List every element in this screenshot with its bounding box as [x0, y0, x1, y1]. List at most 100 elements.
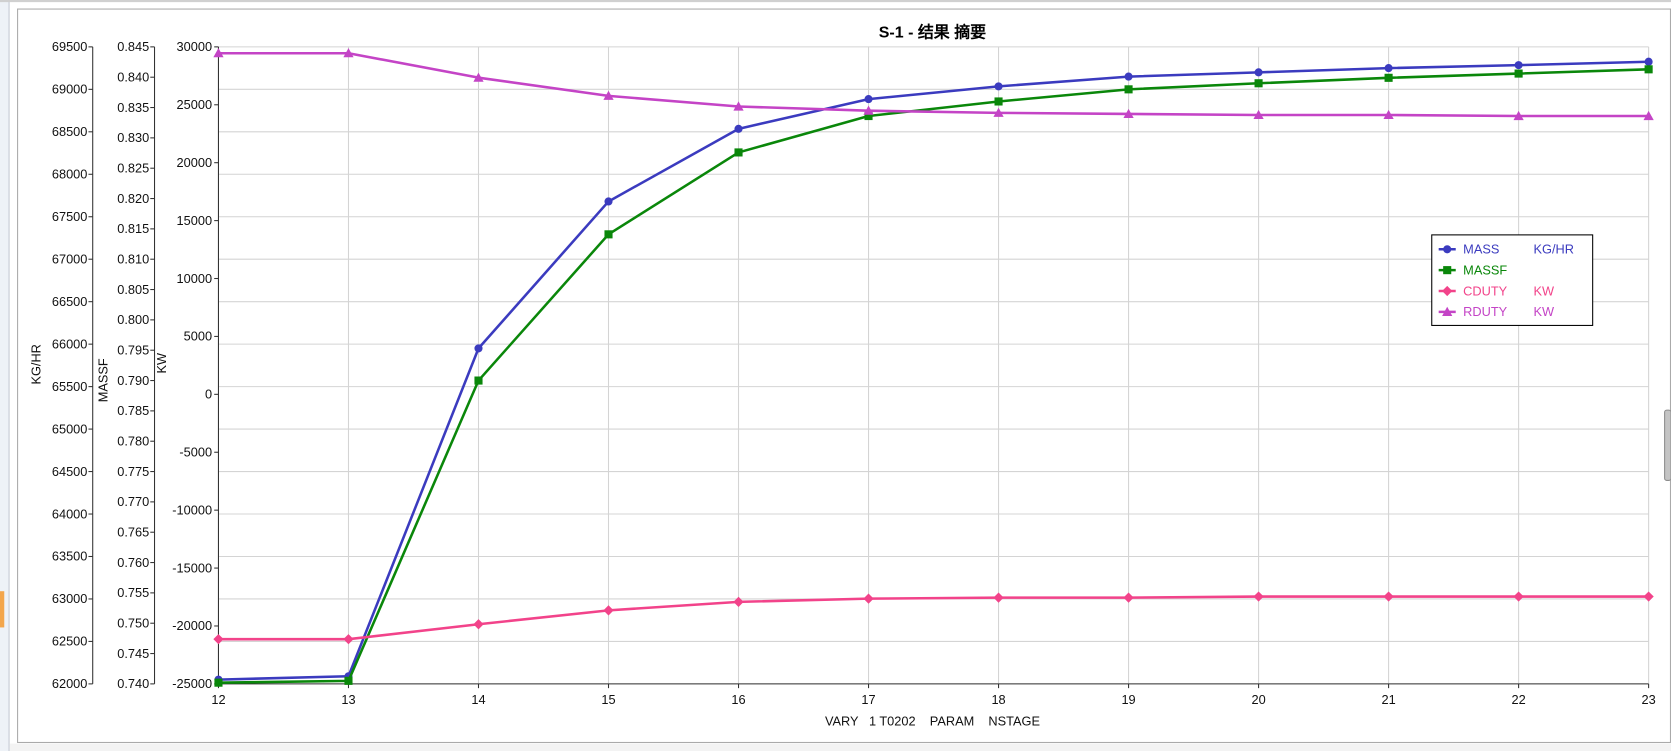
- y-tick-label-massf: 0.800: [117, 312, 149, 327]
- top-edge: [0, 0, 1671, 3]
- x-tick-label: 12: [211, 692, 225, 707]
- x-tick-label: 15: [601, 692, 615, 707]
- y-tick-label-massf: 0.790: [117, 373, 149, 388]
- y-tick-label-kw: 10000: [177, 271, 213, 286]
- y-tick-label-kg-hr: 68500: [52, 124, 88, 139]
- y-tick-label-massf: 0.830: [117, 130, 149, 145]
- x-axis-title: VARY 1 T0202 PARAM NSTAGE: [825, 713, 1040, 728]
- point-massf-20: [1254, 79, 1263, 88]
- y-tick-label-kw: -20000: [172, 618, 212, 633]
- y-axis-title-kw: KW: [154, 353, 169, 374]
- y-tick-label-massf: 0.775: [117, 464, 149, 479]
- y-tick-label-massf: 0.785: [117, 403, 149, 418]
- y-tick-label-massf: 0.745: [117, 646, 149, 661]
- x-tick-label: 23: [1642, 692, 1656, 707]
- point-mass-19: [1124, 72, 1133, 81]
- y-tick-label-massf: 0.815: [117, 221, 149, 236]
- legend-label-mass: MASS: [1463, 242, 1499, 257]
- point-massf-16: [734, 148, 743, 157]
- y-tick-label-kg-hr: 65000: [52, 421, 88, 436]
- y-axis-title-massf: MASSF: [96, 358, 111, 402]
- point-mass-16: [734, 124, 743, 133]
- point-massf-14: [474, 376, 483, 385]
- y-tick-label-kg-hr: 69000: [52, 82, 88, 97]
- legend-marker-mass: [1443, 245, 1452, 254]
- chart-title: S-1 - 结果 摘要: [879, 22, 986, 41]
- y-tick-label-kw: 20000: [177, 155, 213, 170]
- y-tick-label-kg-hr: 66000: [52, 336, 88, 351]
- y-tick-label-kg-hr: 64000: [52, 506, 88, 521]
- point-mass-22: [1514, 61, 1523, 70]
- point-massf-15: [604, 230, 613, 239]
- legend: MASS KG/HR MASSF CDUTY KW RDUTY KW: [1431, 234, 1594, 326]
- point-massf-13: [344, 676, 353, 685]
- y-tick-label-kg-hr: 62500: [52, 634, 88, 649]
- y-tick-label-massf: 0.825: [117, 160, 149, 175]
- y-tick-label-kw: -25000: [172, 676, 212, 691]
- y-tick-label-kg-hr: 63500: [52, 549, 88, 564]
- plot-area[interactable]: [218, 46, 1649, 684]
- point-massf-18: [994, 97, 1003, 106]
- y-tick-label-massf: 0.840: [117, 69, 149, 84]
- point-mass-18: [994, 82, 1003, 91]
- y-tick-label-massf: 0.770: [117, 494, 149, 509]
- y-tick-label-kg-hr: 64500: [52, 464, 88, 479]
- legend-label-cduty: CDUTY: [1463, 283, 1507, 298]
- y-tick-label-kg-hr: 66500: [52, 294, 88, 309]
- y-tick-label-kg-hr: 67500: [52, 209, 88, 224]
- y-tick-label-massf: 0.845: [117, 39, 149, 54]
- x-tick-label: 22: [1512, 692, 1526, 707]
- left-panel-edge: [0, 0, 9, 751]
- point-mass-23: [1644, 57, 1653, 66]
- y-tick-label-massf: 0.820: [117, 191, 149, 206]
- point-mass-15: [604, 197, 613, 206]
- y-tick-label-massf: 0.740: [117, 676, 149, 691]
- legend-label-rduty: RDUTY: [1463, 304, 1507, 319]
- y-tick-label-massf: 0.810: [117, 251, 149, 266]
- legend-label-massf: MASSF: [1463, 262, 1507, 277]
- y-tick-label-kg-hr: 68000: [52, 167, 88, 182]
- y-tick-label-massf: 0.765: [117, 524, 149, 539]
- y-tick-label-massf: 0.780: [117, 433, 149, 448]
- y-tick-label-kw: -15000: [172, 560, 212, 575]
- legend-unit-cduty: KW: [1534, 283, 1555, 298]
- y-tick-label-kw: 25000: [177, 97, 213, 112]
- y-tick-label-kw: 0: [205, 387, 212, 402]
- y-tick-label-massf: 0.755: [117, 585, 149, 600]
- x-tick-label: 14: [471, 692, 485, 707]
- x-tick-label: 19: [1121, 692, 1135, 707]
- chart-window: 12 13 14 15 16 17 18 19 20 21 22 23 62000 62500 63000 6…: [0, 0, 1671, 751]
- x-tick-label: 20: [1251, 692, 1265, 707]
- point-mass-21: [1384, 64, 1393, 73]
- point-massf-21: [1384, 73, 1393, 82]
- y-tick-label-kw: 15000: [177, 213, 213, 228]
- y-tick-label-kw: 5000: [184, 329, 212, 344]
- point-massf-12: [214, 678, 223, 687]
- x-tick-label: 18: [991, 692, 1005, 707]
- y-tick-label-massf: 0.795: [117, 342, 149, 357]
- x-tick-label: 17: [861, 692, 875, 707]
- y-tick-label-kg-hr: 65500: [52, 379, 88, 394]
- y-tick-label-kg-hr: 63000: [52, 591, 88, 606]
- y-tick-label-kw: 30000: [177, 39, 213, 54]
- x-tick-label: 16: [731, 692, 745, 707]
- legend-unit-rduty: KW: [1534, 304, 1555, 319]
- point-mass-17: [864, 95, 873, 104]
- y-axis-title-kg-hr: KG/HR: [28, 344, 43, 384]
- scroll-handle[interactable]: [1664, 409, 1671, 481]
- point-massf-22: [1514, 69, 1523, 78]
- y-tick-label-massf: 0.805: [117, 282, 149, 297]
- y-tick-label-kg-hr: 69500: [52, 39, 88, 54]
- y-tick-label-kg-hr: 67000: [52, 251, 88, 266]
- y-tick-label-kg-hr: 62000: [52, 676, 88, 691]
- left-panel-tab[interactable]: [0, 591, 5, 628]
- point-mass-20: [1254, 68, 1263, 77]
- y-tick-label-massf: 0.750: [117, 615, 149, 630]
- point-mass-14: [474, 344, 483, 353]
- point-massf-23: [1644, 65, 1653, 74]
- x-tick-label: 21: [1381, 692, 1395, 707]
- y-tick-label-kw: -10000: [172, 502, 212, 517]
- bottom-strip: [9, 743, 1671, 751]
- y-tick-label-kw: -5000: [179, 445, 212, 460]
- legend-unit-mass: KG/HR: [1534, 242, 1574, 257]
